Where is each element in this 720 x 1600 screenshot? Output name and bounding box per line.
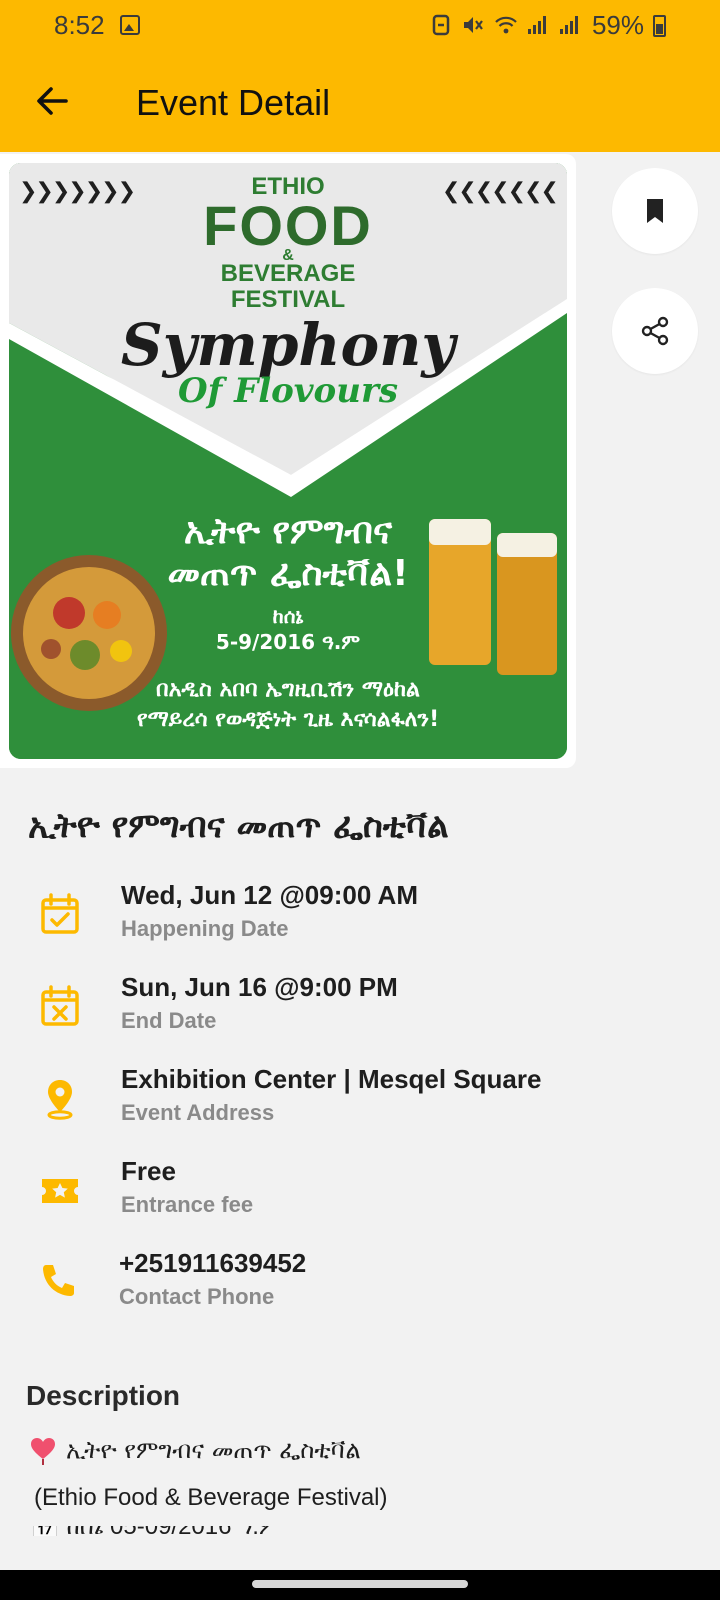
- nfc-icon: [430, 14, 452, 36]
- phone-icon: [43, 1265, 74, 1296]
- back-button[interactable]: [30, 78, 76, 124]
- description-heading: Description: [26, 1380, 181, 1411]
- description-line1: ኢትዮ የምግብና መጠጥ ፌስቲቫል: [30, 1436, 361, 1465]
- share-icon: [641, 316, 669, 346]
- poster-amharic-line4: የማይረሳ የወዳጅነት ጊዜ እናሳልፋለን!: [136, 707, 440, 732]
- description-text-3: 📅 ከሰኔ 05-09/2016 ዓ.ም: [30, 1526, 630, 1536]
- poster-date-line1: ከሰኔ: [272, 604, 304, 628]
- share-button[interactable]: [612, 288, 698, 374]
- gesture-navigation-bar: [0, 1570, 720, 1600]
- poster-beverage: BEVERAGE: [220, 260, 356, 287]
- contact-phone[interactable]: +251911639452: [119, 1248, 306, 1279]
- system-icons: [430, 14, 580, 36]
- end-date: Sun, Jun 16 @9:00 PM: [121, 972, 398, 1002]
- home-gesture-pill[interactable]: [252, 1580, 468, 1588]
- bookmark-icon: [647, 199, 663, 223]
- event-address-label: Event Address: [121, 1100, 275, 1125]
- contact-phone-row: +251911639452 Contact Phone: [28, 1248, 688, 1318]
- mute-icon: [462, 14, 484, 36]
- event-title: ኢትዮ የምግብና መጠጥ ፌስቲቫል: [28, 806, 449, 846]
- entrance-fee: Free: [121, 1156, 176, 1186]
- app-bar: Event Detail: [0, 52, 720, 152]
- happening-date: Wed, Jun 12 @09:00 AM: [121, 880, 418, 910]
- heart-icon: [30, 1437, 56, 1465]
- poster-of-flavours: Of Flovours: [177, 371, 399, 411]
- happening-date-label: Happening Date: [121, 916, 289, 941]
- entrance-fee-label: Entrance fee: [121, 1192, 254, 1217]
- end-date-row: Sun, Jun 16 @9:00 PM End Date: [28, 972, 688, 1042]
- description-line2: (Ethio Food & Beverage Festival): [34, 1484, 388, 1511]
- event-poster[interactable]: ❯❯❯❯❯❯❯ ❮❮❮❮❮❮❮ ETHIO FOOD & BEVERAGE FE…: [9, 163, 567, 759]
- battery-percent: 59%: [591, 10, 644, 40]
- location-pin-icon: [47, 1080, 73, 1120]
- status-time: 8:52: [54, 10, 105, 40]
- poster-amharic-line2: መጠጥ ፌስቲቫል!: [167, 553, 409, 594]
- poster-amharic-footer: በአዲስ አበባ ኤግዚቢሽን ማዕከል የማይረሳ የወዳጅነት ጊዜ እናሳ…: [9, 675, 567, 735]
- description-text-1: ኢትዮ የምግብና መጠጥ ፌስቲቫል: [66, 1436, 361, 1464]
- happening-date-row: Wed, Jun 12 @09:00 AM Happening Date: [28, 880, 688, 950]
- contact-phone-label: Contact Phone: [119, 1284, 275, 1309]
- end-date-label: End Date: [121, 1008, 217, 1033]
- entrance-fee-row: Free Entrance fee: [28, 1156, 688, 1226]
- image-icon: [120, 15, 140, 35]
- event-address-row: Exhibition Center | Mesqel Square Event …: [28, 1064, 688, 1134]
- poster-date: ከሰኔ 5-9/2016 ዓ.ም: [9, 603, 567, 655]
- arrow-left-icon: [37, 87, 68, 115]
- calendar-x-icon: [41, 985, 79, 1026]
- event-address[interactable]: Exhibition Center | Mesqel Square: [121, 1064, 541, 1095]
- signal-icon: [526, 14, 548, 36]
- poster-amharic-line1: ኢትዮ የምግብና: [183, 511, 393, 552]
- poster-amharic-title: ኢትዮ የምግብና መጠጥ ፌስቲቫል!: [9, 511, 567, 595]
- signal-icon: [558, 14, 580, 36]
- poster-festival: FESTIVAL: [230, 286, 346, 313]
- calendar-check-icon: [41, 893, 79, 934]
- poster-beverage-festival: BEVERAGE FESTIVAL: [9, 261, 567, 313]
- poster-date-line2: 5-9/2016 ዓ.ም: [215, 630, 361, 654]
- ticket-icon: [42, 1179, 78, 1203]
- status-bar: 8:52 59%: [0, 0, 720, 52]
- wifi-icon: [494, 14, 517, 36]
- poster-symphony: Symphony: [120, 311, 456, 379]
- battery-icon: [653, 15, 666, 37]
- bookmark-button[interactable]: [612, 168, 698, 254]
- poster-frame: ❯❯❯❯❯❯❯ ❮❮❮❮❮❮❮ ETHIO FOOD & BEVERAGE FE…: [0, 154, 576, 768]
- poster-amharic-line3: በአዲስ አበባ ኤግዚቢሽን ማዕከል: [156, 677, 420, 702]
- description-line3-clipped: 📅 ከሰኔ 05-09/2016 ዓ.ም: [30, 1526, 630, 1536]
- page-title: Event Detail: [136, 82, 331, 123]
